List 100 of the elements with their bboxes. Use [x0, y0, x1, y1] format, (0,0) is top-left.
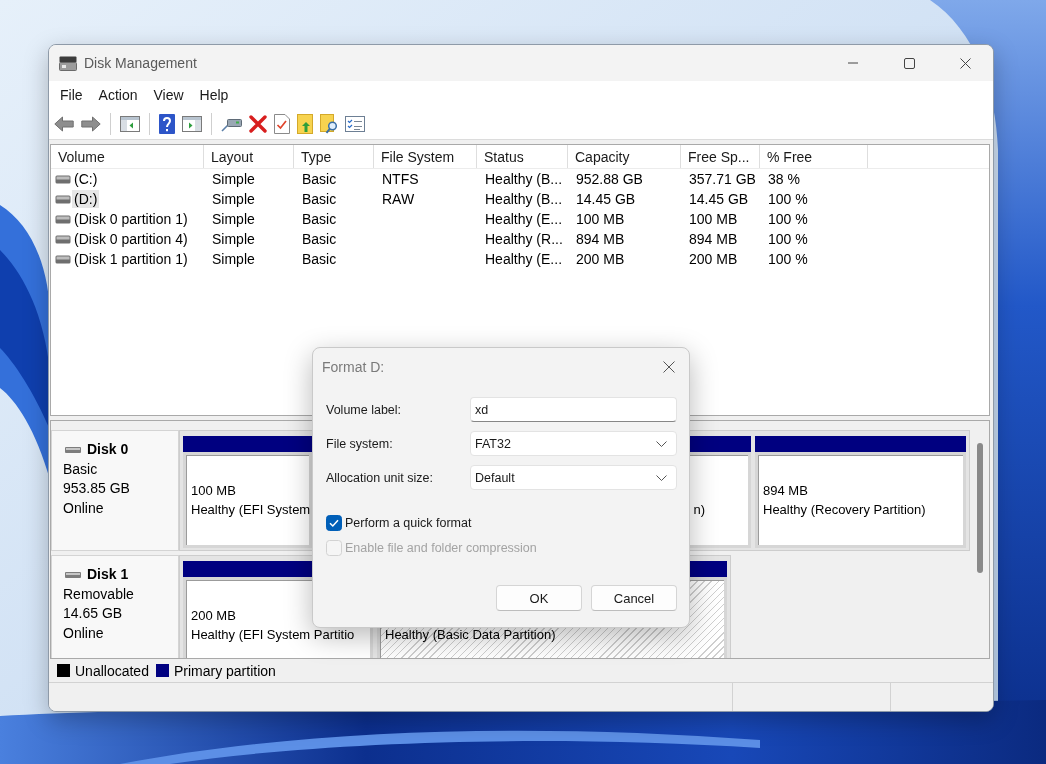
column-header[interactable]: Type — [294, 145, 374, 168]
checklist-icon[interactable] — [345, 115, 365, 132]
table-cell-text: 100 % — [767, 211, 809, 227]
partition-status: n) — [693, 501, 705, 519]
table-cell-text: RAW — [381, 191, 416, 207]
table-cell-text: Simple — [211, 171, 256, 187]
partition-status: Healthy (Recovery Partition) — [763, 501, 926, 519]
field-label: Allocation unit size: — [326, 470, 434, 485]
partition-block[interactable]: n) — [689, 436, 751, 548]
checkbox[interactable] — [326, 515, 342, 531]
close-icon[interactable] — [663, 360, 675, 373]
table-cell-text: Simple — [211, 231, 256, 247]
table-cell-text: 100 % — [767, 251, 809, 267]
table-cell-text: Basic — [301, 191, 338, 207]
table-cell-text: Healthy (B... — [484, 171, 564, 187]
table-cell-text: 200 MB — [575, 251, 626, 267]
panel-icon[interactable] — [120, 115, 140, 132]
window-title: Disk Management — [84, 55, 197, 71]
column-header[interactable]: Volume — [51, 145, 204, 168]
partition-block[interactable]: 100 MB Healthy (EFI System — [183, 436, 312, 548]
column-header[interactable]: % Free — [760, 145, 868, 168]
table-cell-text: 100 MB — [688, 211, 739, 227]
table-cell-text: Healthy (E... — [484, 251, 564, 267]
chevron-down-icon — [656, 440, 667, 447]
table-cell-text: 100 % — [767, 231, 809, 247]
table-cell-text: 952.88 GB — [575, 171, 644, 187]
close-icon[interactable] — [959, 57, 971, 69]
table-cell-text: Basic — [301, 211, 338, 227]
column-header[interactable]: Free Sp... — [681, 145, 760, 168]
drive-icon — [65, 571, 81, 578]
dialog-title: Format D: — [322, 358, 385, 375]
field-label: Volume label: — [326, 402, 403, 417]
menu-item[interactable]: View — [145, 83, 192, 106]
table-cell-text: Basic — [301, 251, 338, 267]
table-cell-text: Healthy (E... — [484, 211, 564, 227]
table-cell-text: 894 MB — [575, 231, 626, 247]
table-cell-text: 200 MB — [688, 251, 739, 267]
dialog-button[interactable]: Cancel — [591, 585, 677, 611]
checkbox-label: Perform a quick format — [345, 516, 472, 530]
volume-name: (C:) — [73, 170, 99, 188]
table-cell-text: 38 % — [767, 171, 801, 187]
column-header[interactable]: Layout — [204, 145, 294, 168]
field-label: File system: — [326, 436, 394, 451]
chevron-down-icon — [656, 474, 667, 481]
table-cell-text: 14.45 GB — [688, 191, 750, 207]
disk-capacity: 953.85 GB — [63, 479, 130, 498]
dropdown[interactable]: FAT32 — [470, 431, 677, 456]
table-cell-text: 100 % — [767, 191, 809, 207]
volume-name: (Disk 1 partition 1) — [73, 250, 189, 268]
forward-arrow-icon[interactable] — [81, 115, 101, 132]
partition-status: Healthy (EFI System — [191, 501, 311, 519]
drive-icon — [55, 194, 71, 204]
partition-block[interactable]: 894 MB Healthy (Recovery Partition) — [755, 436, 966, 548]
checkbox-label: Enable file and folder compression — [345, 541, 537, 555]
table-cell-text: 894 MB — [688, 231, 739, 247]
disk-status: Online — [63, 498, 104, 518]
drive-icon — [55, 174, 71, 184]
table-cell-text: Healthy (R... — [484, 231, 564, 247]
panel-icon[interactable] — [182, 115, 202, 132]
disk-capacity: 14.65 GB — [63, 604, 123, 623]
partition-size: 894 MB — [763, 481, 808, 500]
back-arrow-icon[interactable] — [54, 115, 74, 132]
menu-item[interactable]: File — [52, 83, 91, 106]
volume-name: (D:) — [72, 190, 100, 208]
column-header[interactable]: Status — [477, 145, 568, 168]
menu-item[interactable]: Action — [90, 83, 146, 106]
disk-name: Disk 0 — [87, 440, 129, 459]
column-header[interactable]: Capacity — [568, 145, 681, 168]
table-cell-text: Simple — [211, 191, 256, 207]
disk-name: Disk 1 — [87, 565, 129, 584]
folder-search-icon[interactable] — [320, 113, 338, 134]
help-icon[interactable] — [159, 113, 175, 134]
dialog-button[interactable]: OK — [496, 585, 582, 611]
volume-name: (Disk 0 partition 4) — [73, 230, 189, 248]
drive-icon — [65, 446, 81, 453]
column-header[interactable]: File System — [374, 145, 477, 168]
table-cell-text: Basic — [301, 171, 338, 187]
drive-icon — [59, 55, 77, 71]
table-cell-text: Simple — [211, 211, 256, 227]
table-cell-text: 100 MB — [575, 211, 626, 227]
dropdown[interactable]: Default — [470, 465, 677, 490]
maximize-icon[interactable] — [903, 57, 915, 69]
legend-label: Unallocated — [75, 662, 149, 679]
table-cell-text: 357.71 GB — [688, 171, 757, 187]
drive-icon — [55, 214, 71, 224]
delete-icon[interactable] — [249, 114, 267, 133]
disk-type: Removable — [63, 584, 134, 604]
drive-icon — [55, 234, 71, 244]
scrollbar-thumb[interactable] — [977, 443, 983, 573]
menu-item[interactable]: Help — [191, 83, 237, 106]
legend-label: Primary partition — [173, 662, 276, 679]
table-cell-text: Basic — [301, 231, 338, 247]
disk-status: Online — [63, 623, 104, 643]
partition-status: Healthy (EFI System Partitio — [191, 626, 355, 644]
partition-status: Healthy (Basic Data Partition) — [385, 626, 556, 644]
disk-type: Basic — [63, 459, 98, 479]
text-field[interactable]: xd — [470, 397, 677, 422]
document-check-icon[interactable] — [274, 113, 290, 134]
volume-name: (Disk 0 partition 1) — [73, 210, 189, 228]
table-cell-text: Simple — [211, 251, 256, 267]
